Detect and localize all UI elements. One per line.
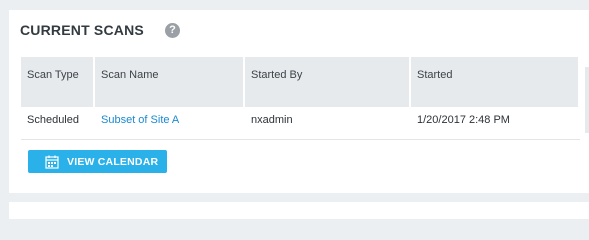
scans-table: Scan Type Scan Name Started By Started S…	[21, 57, 580, 140]
cell-started: 1/20/2017 2:48 PM	[417, 114, 510, 126]
help-icon[interactable]: ?	[164, 22, 180, 38]
column-header-scan-type[interactable]: Scan Type	[21, 57, 95, 107]
panel-header: CURRENT SCANS ?	[20, 21, 180, 39]
column-header-started[interactable]: Started	[411, 57, 580, 107]
cell-scan-name: Subset of Site A	[95, 107, 245, 139]
column-header-scan-name[interactable]: Scan Name	[95, 57, 245, 107]
table-scroll-edge	[585, 67, 589, 133]
cell-scan-type: Scheduled	[27, 114, 79, 126]
cell-started-by: nxadmin	[251, 114, 293, 126]
table-header: Scan Type Scan Name Started By Started	[21, 57, 580, 107]
table-row: Scheduled Subset of Site A nxadmin 1/20/…	[21, 107, 580, 140]
view-calendar-button[interactable]: VIEW CALENDAR	[28, 150, 167, 173]
scan-name-link[interactable]: Subset of Site A	[101, 114, 179, 126]
panel-title: CURRENT SCANS	[20, 22, 144, 38]
calendar-icon	[45, 155, 59, 169]
next-panel	[9, 202, 589, 219]
view-calendar-label: VIEW CALENDAR	[67, 155, 159, 168]
column-header-started-by[interactable]: Started By	[245, 57, 411, 107]
